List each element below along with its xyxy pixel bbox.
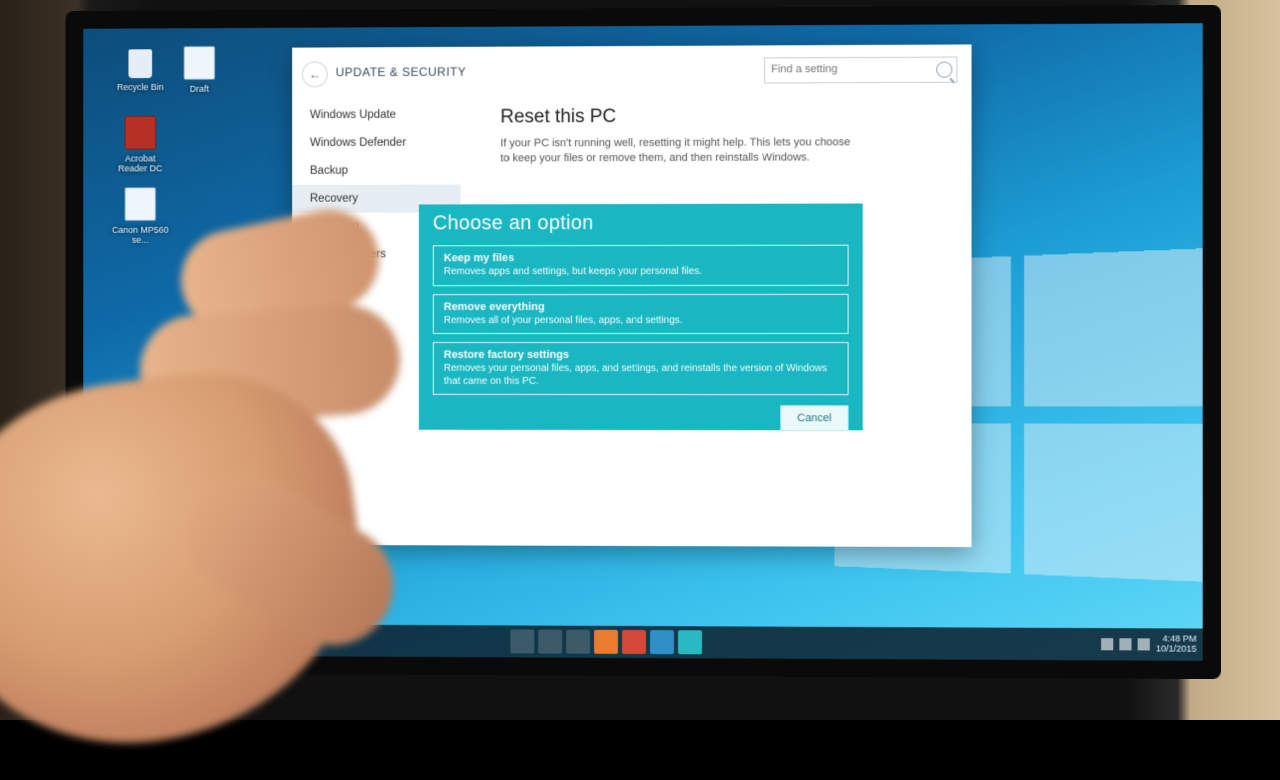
desktop-icon-acrobat[interactable]: Acrobat Reader DC (111, 116, 170, 174)
desktop-icon-recycle-bin[interactable]: Recycle Bin (111, 46, 170, 92)
taskbar-app[interactable] (594, 630, 618, 654)
cancel-button[interactable]: Cancel (780, 405, 848, 431)
dialog-title: Choose an option (433, 212, 849, 236)
back-button[interactable] (302, 61, 328, 87)
sidebar-item-backup[interactable]: Backup (292, 157, 460, 185)
edge-icon[interactable] (650, 630, 674, 654)
sidebar-item-windows-update[interactable]: Windows Update (292, 101, 460, 129)
photo-scene: Recycle BinDraftAcrobat Reader DC Canon M… (0, 0, 1280, 720)
volume-icon[interactable] (1138, 638, 1150, 650)
store-icon[interactable] (678, 630, 702, 654)
desktop-icon-shortcut[interactable] (170, 483, 229, 521)
monitor-bezel: Recycle BinDraftAcrobat Reader DC Canon M… (66, 5, 1221, 679)
desktop-icon-pdf-file[interactable] (170, 425, 229, 463)
start-button[interactable] (89, 627, 113, 651)
settings-content: Reset this PC If your PC isn't running w… (500, 99, 951, 182)
page-description: If your PC isn't running well, resetting… (500, 135, 860, 166)
reset-option-1[interactable]: Remove everythingRemoves all of your per… (433, 293, 849, 334)
page-title: Reset this PC (500, 105, 951, 129)
settings-window: UPDATE & SECURITY Windows UpdateWindows … (292, 44, 971, 547)
reset-choose-option-dialog: Choose an option Keep my filesRemoves ap… (419, 204, 863, 431)
taskbar-apps (119, 628, 1101, 657)
settings-category-title: UPDATE & SECURITY (336, 65, 467, 80)
taskbar-clock[interactable]: 4:48 PM 10/1/2015 (1156, 634, 1197, 654)
desktop-icon-printer[interactable]: Canon MP560 se... (111, 187, 170, 245)
tray-icon[interactable] (1101, 638, 1113, 650)
settings-search[interactable] (764, 57, 957, 84)
task-view-icon[interactable] (538, 630, 562, 654)
taskbar[interactable]: 4:48 PM 10/1/2015 (83, 623, 1202, 660)
reset-option-0[interactable]: Keep my filesRemoves apps and settings, … (433, 245, 849, 286)
taskbar-app[interactable] (622, 630, 646, 654)
search-icon (936, 62, 952, 78)
sidebar-item-windows-defender[interactable]: Windows Defender (292, 129, 460, 157)
task-search-icon[interactable] (510, 629, 534, 653)
settings-search-input[interactable] (765, 58, 938, 81)
desktop-icon-draft-file[interactable]: Draft (170, 46, 229, 94)
desktop-screen: Recycle BinDraftAcrobat Reader DC Canon M… (83, 23, 1202, 661)
file-explorer-icon[interactable] (566, 630, 590, 654)
network-icon[interactable] (1119, 638, 1131, 650)
system-tray[interactable]: 4:48 PM 10/1/2015 (1101, 634, 1197, 654)
reset-option-2[interactable]: Restore factory settingsRemoves your per… (433, 342, 849, 395)
